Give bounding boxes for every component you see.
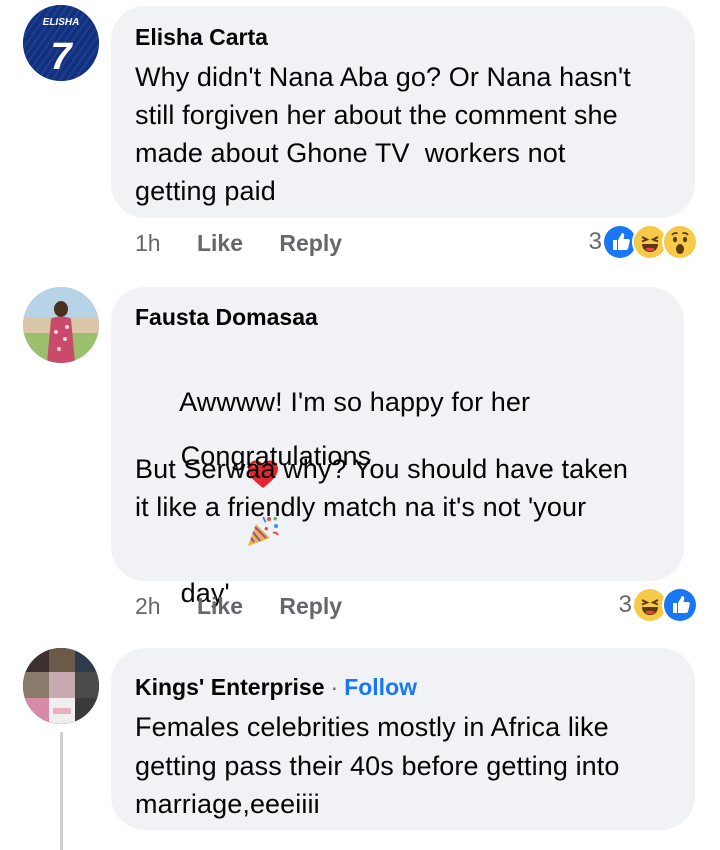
like-icon	[662, 587, 698, 623]
comment-kings-enterprise: Kings' Enterprise · Follow Females celebri…	[0, 640, 720, 850]
svg-text:ELISHA: ELISHA	[43, 17, 80, 28]
comment-actions: 1h Like Reply	[135, 230, 342, 257]
follow-button[interactable]: Follow	[344, 674, 417, 700]
comment-author[interactable]: Elisha Carta	[135, 24, 268, 51]
comment-author[interactable]: Fausta Domasaa	[135, 304, 318, 331]
svg-text:7: 7	[50, 36, 73, 78]
reaction-summary[interactable]: 3	[588, 224, 698, 260]
avatar[interactable]: ELISHA 7	[23, 5, 99, 81]
reply-button[interactable]: Reply	[279, 593, 342, 619]
reply-thread-line	[60, 732, 63, 850]
reaction-count: 3	[588, 228, 602, 255]
separator-dot: ·	[330, 674, 339, 700]
comment-line: it like a friendly match na it's not 'yo…	[135, 492, 587, 522]
comment-line: getting paid	[135, 176, 276, 206]
comment-fausta-domasaa: Fausta Domasaa Awwww! I'm so happy for h…	[0, 278, 720, 683]
reaction-summary[interactable]: 3	[618, 587, 698, 623]
comment-line: But Serwaa why? You should have taken	[135, 454, 629, 484]
comment-line: Females celebrities mostly in Africa lik…	[135, 712, 609, 742]
avatar[interactable]	[23, 648, 99, 724]
comment-line: marriage,eeeiiii	[135, 789, 320, 819]
comment-author[interactable]: Kings' Enterprise	[135, 674, 325, 700]
wow-icon	[662, 224, 698, 260]
comment-elisha-carta: ELISHA 7 Elisha Carta Why didn't Nana Ab…	[0, 0, 720, 270]
reaction-count: 3	[618, 591, 632, 618]
avatar-jersey-icon: ELISHA 7	[23, 5, 99, 81]
avatar-photo-icon	[23, 287, 99, 363]
comment-line: made about Ghone TV workers not	[135, 138, 566, 168]
comment-line: Why didn't Nana Aba go? Or Nana hasn't	[135, 62, 631, 92]
comment-actions: 2h Like Reply	[135, 593, 342, 620]
comment-bubble[interactable]: Kings' Enterprise · Follow Females celebri…	[111, 648, 695, 830]
avatar[interactable]	[23, 287, 99, 363]
reply-button[interactable]: Reply	[279, 230, 342, 256]
comment-bubble[interactable]: Fausta Domasaa Awwww! I'm so happy for h…	[111, 287, 684, 683]
like-button[interactable]: Like	[197, 230, 243, 256]
comment-timestamp[interactable]: 2h	[135, 593, 161, 619]
comment-line: still forgiven her about the comment she	[135, 100, 618, 130]
comment-bubble[interactable]: Elisha Carta Why didn't Nana Aba go? Or …	[111, 6, 695, 218]
comment-timestamp[interactable]: 1h	[135, 230, 161, 256]
avatar-shop-icon	[23, 648, 99, 724]
comment-line: getting pass their 40s before getting in…	[135, 751, 620, 781]
comment-header: Kings' Enterprise · Follow	[135, 674, 417, 701]
like-button[interactable]: Like	[197, 593, 243, 619]
